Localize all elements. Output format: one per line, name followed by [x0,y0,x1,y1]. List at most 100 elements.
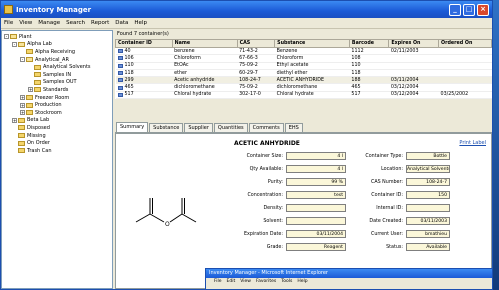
field-value[interactable]: 150 [406,191,450,199]
menu-view[interactable]: View [19,20,32,26]
table-row[interactable]: 517 Chloral hydrate 302-17-0 Chloral hydrat… [115,91,492,100]
tree-node[interactable]: - Plant [4,33,110,41]
tree-node[interactable]: On Order [4,139,110,147]
tree-node[interactable]: Missing [4,132,110,140]
field-value[interactable] [286,204,346,212]
table-row[interactable]: 106 Chloroform 67-66-3 Chloroform 108 [115,54,492,63]
tab-summary[interactable]: Summary [116,122,149,132]
expand-icon[interactable]: + [20,110,25,116]
table-row[interactable]: 465 dichloromethane 75-09-2 dichloromethane… [115,83,492,92]
field-value[interactable]: 99 % [286,178,346,186]
collapse-icon[interactable]: - [20,57,25,63]
column-header[interactable]: Substance [274,39,350,48]
field-row: CAS Number: 108-24-7 [348,177,450,187]
table-cell: Chloroform [274,54,350,63]
field-label: Solvent: [263,218,283,224]
table-cell [388,62,439,70]
table-row[interactable]: 110 EtOAc 75-09-2 Ethyl acetate 110 [115,62,492,70]
tree-node[interactable]: Samples IN [4,71,110,79]
folder-icon [34,79,41,85]
menu-help[interactable]: Help [134,20,147,26]
table-row[interactable]: 118 ether 60-29-7 diethyl ether 118 [115,69,492,78]
tree-node[interactable]: Disposed [4,124,110,132]
print-label-link[interactable]: Print Label [459,140,486,146]
table-cell: 60-29-7 [237,69,275,78]
table-cell: Benzene [274,47,350,56]
ie-window[interactable]: Inventory Manager - Microsoft Internet E… [205,268,493,290]
field-value[interactable]: 03/11/2003 [406,217,450,225]
close-button[interactable]: × [477,3,489,16]
table-row[interactable]: 299 Acetic anhydride 108-24-7 ACETIC ANHYDR… [115,76,492,85]
menu-file[interactable]: File [4,20,13,26]
table-cell: 110 [349,62,389,70]
tree-node[interactable]: + Production [4,101,110,109]
tab-substance[interactable]: Substance [149,123,184,132]
tree-node-label: Samples IN [43,71,72,78]
menu-report[interactable]: Report [91,20,109,26]
tree-node[interactable]: + Freezer Room [4,94,110,102]
menu-data[interactable]: Data [115,20,128,26]
tree-node[interactable]: + Stockroom [4,109,110,117]
table-row[interactable]: 40 benzene 71-43-2 Benzene 1112 02/11/2003 [115,47,492,56]
collapse-icon[interactable]: - [4,34,9,40]
folder-icon [18,117,25,123]
field-value[interactable]: 4 l [286,165,346,173]
field-value[interactable]: 108-24-7 [406,178,450,186]
column-header[interactable]: Barcode [348,39,390,48]
tree-node-label: On Order [27,140,50,147]
ie-menu-help[interactable]: Help [297,278,307,286]
field-value[interactable]: Available [406,243,450,251]
field-value[interactable]: bmathieu [406,230,450,238]
field-value[interactable]: 4 l [286,152,346,160]
field-value[interactable]: test [286,191,346,199]
column-header[interactable]: CAS [236,39,276,48]
tree-node[interactable]: - Alpha Lab [4,41,110,49]
field-value[interactable]: Reagent [286,243,346,251]
field-value[interactable] [286,217,346,225]
tree-node[interactable]: Alpha Receiving [4,48,110,56]
title-bar[interactable]: Inventory Manager _ □ × [1,1,492,18]
field-label: Location: [381,166,403,172]
column-header[interactable]: Expires On [388,39,440,48]
expand-icon[interactable]: + [20,95,25,101]
tree-node[interactable]: + Standards [4,86,110,94]
ie-title[interactable]: Inventory Manager - Microsoft Internet E… [206,269,492,278]
collapse-icon[interactable]: - [12,41,17,47]
tab-supplier[interactable]: Supplier [184,123,213,132]
table-cell: 106 [115,54,173,63]
folder-icon [26,110,33,116]
tree-node-label: Samples OUT [43,79,77,86]
maximize-button[interactable]: □ [463,3,475,16]
ie-menu-view[interactable]: View [240,278,251,286]
folder-icon [26,102,33,108]
app-icon [4,5,13,14]
column-header[interactable]: Name [171,39,238,48]
field-value[interactable]: Analytical Solvents [406,165,450,173]
field-value[interactable]: Bottle [406,152,450,160]
ie-menu-edit[interactable]: Edit [227,278,236,286]
expand-icon[interactable]: + [28,87,33,93]
tree-node[interactable]: Trash Can [4,147,110,155]
container-id: 299 [124,77,134,83]
expand-icon[interactable]: + [12,117,17,123]
field-label: Qty Available: [249,166,283,172]
field-value[interactable] [406,204,450,212]
menu-search[interactable]: Search [66,20,85,26]
expand-icon[interactable]: + [20,102,25,108]
tree-node[interactable]: - Analytical_AR [4,56,110,64]
tree-node[interactable]: Analytical Solvents [4,63,110,71]
tree-node[interactable]: Samples OUT [4,79,110,87]
ie-menu-file[interactable]: File [214,278,222,286]
folder-icon [34,72,41,78]
field-value[interactable]: 03/11/2004 [286,230,346,238]
column-header[interactable]: Ordered On [438,39,492,48]
tab-ehs[interactable]: EHS [284,123,303,132]
tab-comments[interactable]: Comments [248,123,284,132]
ie-menu-tools[interactable]: Tools [281,278,292,286]
tab-quantities[interactable]: Quantities [213,123,248,132]
minimize-button[interactable]: _ [449,3,461,16]
ie-menu-favorites[interactable]: Favorites [256,278,276,286]
column-header[interactable]: Container ID [115,39,173,48]
menu-manage[interactable]: Manage [38,20,60,26]
tree-node[interactable]: + Beta Lab [4,117,110,125]
